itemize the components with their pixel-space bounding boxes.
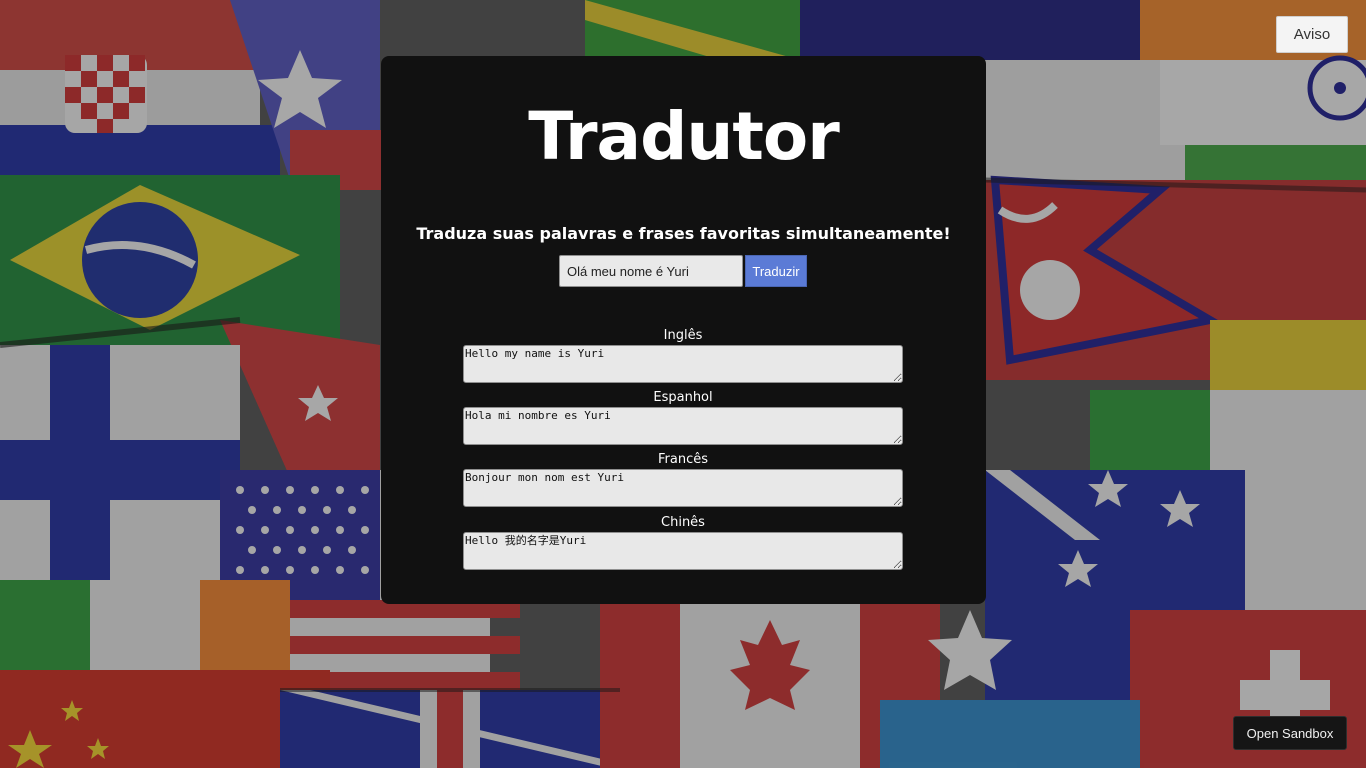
output-spanish[interactable]: Hola mi nombre es Yuri bbox=[463, 407, 903, 445]
output-french[interactable]: Bonjour mon nom est Yuri bbox=[463, 469, 903, 507]
phrase-input[interactable] bbox=[559, 255, 743, 287]
output-english[interactable]: Hello my name is Yuri bbox=[463, 345, 903, 383]
label-french: Francês bbox=[657, 452, 708, 467]
aviso-button[interactable]: Aviso bbox=[1276, 16, 1348, 53]
page-subtitle: Traduza suas palavras e frases favoritas… bbox=[416, 224, 951, 243]
label-chinese: Chinês bbox=[661, 515, 705, 530]
translate-button[interactable]: Traduzir bbox=[745, 255, 807, 287]
output-chinese[interactable]: Hello 我的名字是Yuri bbox=[463, 532, 903, 570]
label-spanish: Espanhol bbox=[653, 390, 713, 405]
page-title: Tradutor bbox=[528, 98, 840, 175]
open-sandbox-button[interactable]: Open Sandbox bbox=[1233, 716, 1347, 750]
label-english: Inglês bbox=[663, 328, 703, 343]
